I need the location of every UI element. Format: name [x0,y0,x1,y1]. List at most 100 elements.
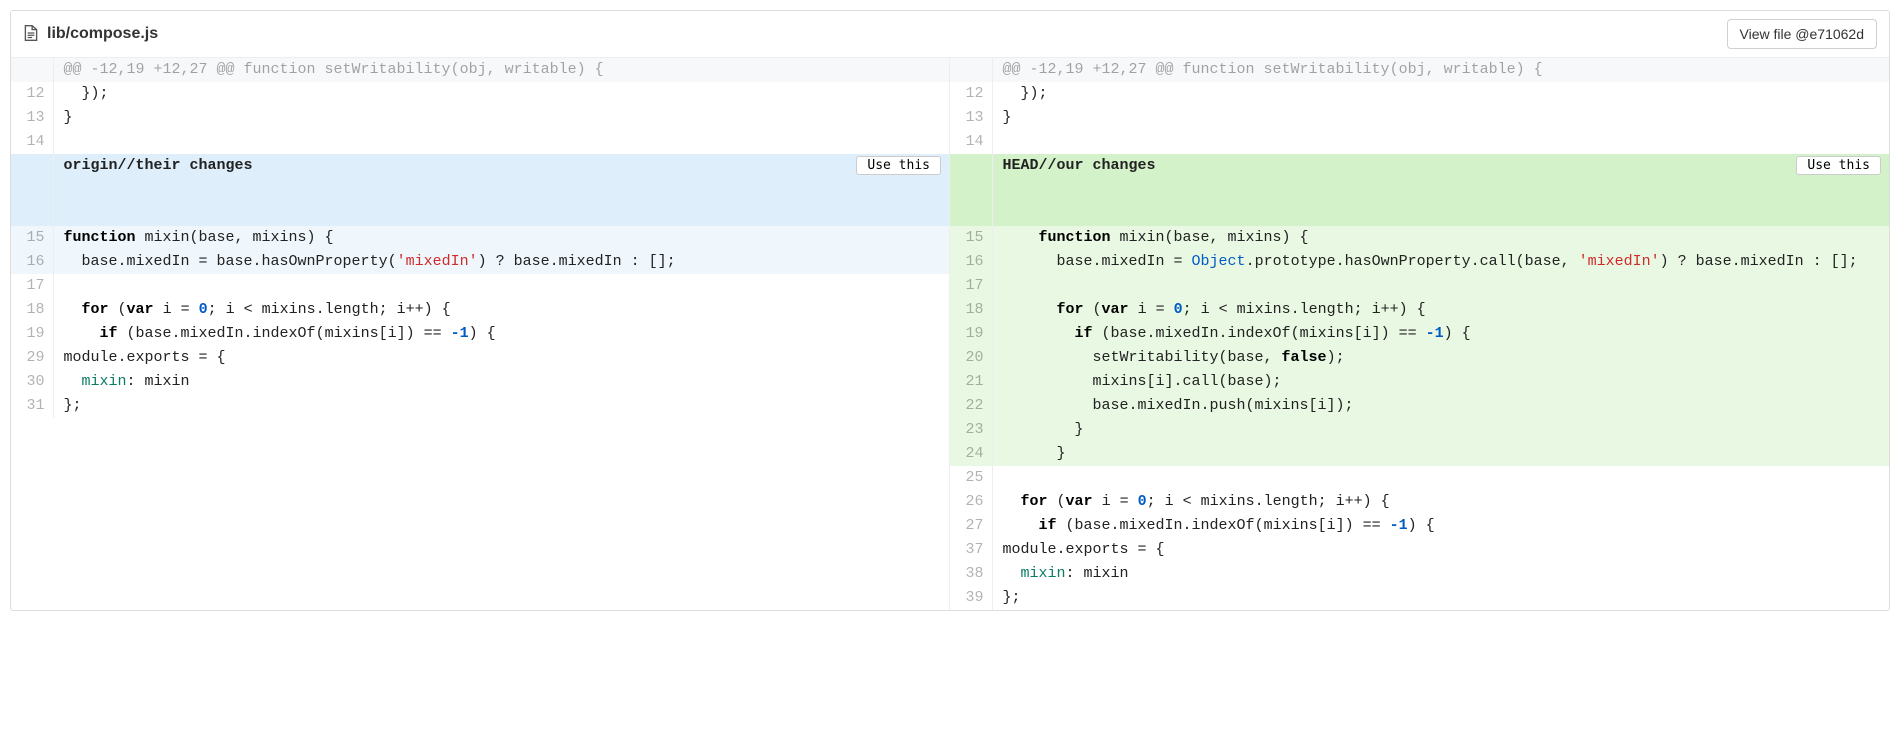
code-row: 14 [11,130,949,154]
code-row: 17 [11,274,949,298]
code-cell: } [53,106,949,130]
code-cell: if (base.mixedIn.indexOf(mixins[i]) == -… [992,322,1889,346]
line-number: 23 [950,418,992,442]
branch-label: origin//their changes Use this [53,154,949,226]
code-cell: if (base.mixedIn.indexOf(mixins[i]) == -… [53,322,949,346]
line-number: 31 [11,394,53,418]
code-cell: base.mixedIn.push(mixins[i]); [992,394,1889,418]
line-number: 27 [950,514,992,538]
code-cell: }); [53,82,949,106]
code-row: 23 } [950,418,1889,442]
code-cell: for (var i = 0; i < mixins.length; i++) … [992,490,1889,514]
code-row: 27 if (base.mixedIn.indexOf(mixins[i]) =… [950,514,1889,538]
code-cell: module.exports = { [992,538,1889,562]
code-cell: function mixin(base, mixins) { [53,226,949,250]
code-row: 15 function mixin(base, mixins) { [950,226,1889,250]
code-cell: } [992,106,1889,130]
branch-header-left: origin//their changes Use this [11,154,949,226]
file-icon [23,24,39,45]
line-number: 29 [11,346,53,370]
code-row: 17 [950,274,1889,298]
code-row: 19 if (base.mixedIn.indexOf(mixins[i]) =… [11,322,949,346]
line-number: 15 [950,226,992,250]
line-number: 15 [11,226,53,250]
code-row: 26 for (var i = 0; i < mixins.length; i+… [950,490,1889,514]
line-number: 12 [950,82,992,106]
line-number: 19 [950,322,992,346]
code-row: 30 mixin: mixin [11,370,949,394]
line-number: 18 [11,298,53,322]
code-row: 20 setWritability(base, false); [950,346,1889,370]
line-number: 38 [950,562,992,586]
line-number: 13 [950,106,992,130]
code-cell: mixin: mixin [53,370,949,394]
code-cell: for (var i = 0; i < mixins.length; i++) … [992,298,1889,322]
code-row: 31 }; [11,394,949,418]
code-cell: mixins[i].call(base); [992,370,1889,394]
line-number [11,154,53,226]
diff-body: @@ -12,19 +12,27 @@ function setWritabil… [11,58,1889,610]
line-number: 26 [950,490,992,514]
code-cell: function mixin(base, mixins) { [992,226,1889,250]
code-row: 21 mixins[i].call(base); [950,370,1889,394]
line-number: 14 [950,130,992,154]
line-number: 39 [950,586,992,610]
line-number: 21 [950,370,992,394]
code-row: 39 }; [950,586,1889,610]
line-number: 16 [11,250,53,274]
branch-label: HEAD//our changes Use this [992,154,1889,226]
file-header: lib/compose.js View file @e71062d [11,11,1889,58]
line-number: 22 [950,394,992,418]
line-number: 13 [11,106,53,130]
code-cell: }); [992,82,1889,106]
line-number [950,58,992,82]
pane-right: @@ -12,19 +12,27 @@ function setWritabil… [950,58,1889,610]
code-row: 38 mixin: mixin [950,562,1889,586]
line-number [11,58,53,82]
line-number: 20 [950,346,992,370]
line-number: 24 [950,442,992,466]
code-row: 37 module.exports = { [950,538,1889,562]
code-cell: }; [53,394,949,418]
code-cell: module.exports = { [53,346,949,370]
line-number: 19 [11,322,53,346]
use-this-button-right[interactable]: Use this [1796,156,1881,175]
hunk-header: @@ -12,19 +12,27 @@ function setWritabil… [950,58,1889,82]
diff-container: lib/compose.js View file @e71062d @@ -12… [10,10,1890,611]
line-number: 37 [950,538,992,562]
line-number [950,154,992,226]
hunk-header: @@ -12,19 +12,27 @@ function setWritabil… [11,58,949,82]
line-number: 25 [950,466,992,490]
code-cell [992,130,1889,154]
code-row: 22 base.mixedIn.push(mixins[i]); [950,394,1889,418]
use-this-button-left[interactable]: Use this [856,156,941,175]
code-cell: base.mixedIn = base.hasOwnProperty('mixe… [53,250,949,274]
line-number: 12 [11,82,53,106]
file-path: lib/compose.js [47,25,158,43]
code-row: 12 }); [950,82,1889,106]
code-row: 14 [950,130,1889,154]
code-row: 16 base.mixedIn = Object.prototype.hasOw… [950,250,1889,274]
code-cell [53,130,949,154]
code-cell [53,274,949,298]
code-cell [992,274,1889,298]
code-cell: } [992,418,1889,442]
hunk-text: @@ -12,19 +12,27 @@ function setWritabil… [992,58,1889,82]
code-cell: for (var i = 0; i < mixins.length; i++) … [53,298,949,322]
code-row: 25 [950,466,1889,490]
pane-left: @@ -12,19 +12,27 @@ function setWritabil… [11,58,950,610]
hunk-text: @@ -12,19 +12,27 @@ function setWritabil… [53,58,949,82]
line-number: 30 [11,370,53,394]
branch-header-right: HEAD//our changes Use this [950,154,1889,226]
line-number: 17 [950,274,992,298]
code-row: 19 if (base.mixedIn.indexOf(mixins[i]) =… [950,322,1889,346]
code-cell: }; [992,586,1889,610]
code-cell: } [992,442,1889,466]
code-row: 18 for (var i = 0; i < mixins.length; i+… [11,298,949,322]
code-cell: if (base.mixedIn.indexOf(mixins[i]) == -… [992,514,1889,538]
code-cell: mixin: mixin [992,562,1889,586]
code-row: 29 module.exports = { [11,346,949,370]
code-row: 18 for (var i = 0; i < mixins.length; i+… [950,298,1889,322]
view-file-button[interactable]: View file @e71062d [1727,19,1877,49]
code-row: 24 } [950,442,1889,466]
